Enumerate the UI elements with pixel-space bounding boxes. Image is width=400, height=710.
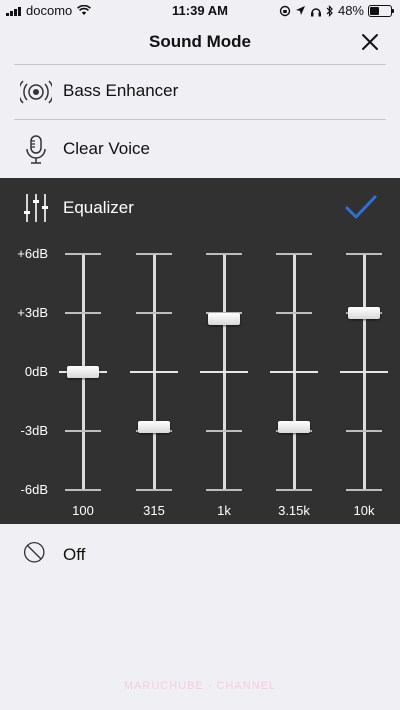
db-label: -3dB [20,423,48,438]
slider-tick [65,489,101,491]
headphones-icon [310,7,321,16]
slider-tick [200,371,248,373]
slider-tick [136,253,172,255]
status-right: 48% [279,3,394,18]
slider-tick [346,253,382,255]
frequency-label: 315 [143,503,165,518]
mode-equalizer-label[interactable]: Equalizer [63,198,134,218]
slider-tick [270,371,318,373]
slider-tick [206,489,242,491]
slider-tick [346,430,382,432]
slider-tick [340,371,388,373]
slider-knob-3.15k[interactable] [278,421,310,434]
mode-off[interactable]: Off [0,524,400,582]
mode-label: Bass Enhancer [63,81,179,100]
mode-clear-voice[interactable]: Clear Voice [0,120,400,178]
slider-knob-10k[interactable] [348,307,380,319]
frequency-label: 1k [217,503,231,518]
battery-percent: 48% [337,3,364,18]
speaker-icon [20,80,52,104]
mode-label: Off [63,545,86,564]
slider-tick [65,312,101,314]
slider-tick [276,489,312,491]
slider-tick [276,253,312,255]
slider-tick [136,489,172,491]
slider-tick [130,371,178,373]
navigation-bar: Sound Mode [0,20,400,64]
slider-tick [65,253,101,255]
off-icon [23,541,45,563]
slider-knob-1k[interactable] [208,312,240,325]
close-icon[interactable] [360,32,380,52]
equalizer-panel: Equalizer +6dB +3dB 0dB -3dB -6dB 100 315 1k 3.1… [0,178,400,524]
checkmark-icon [345,195,377,219]
mode-bass-enhancer[interactable]: Bass Enhancer [0,62,400,120]
slider-tick [65,430,101,432]
bluetooth-icon [326,4,333,17]
db-label: 0dB [24,364,48,379]
frequency-label: 10k [353,503,375,518]
frequency-label: 100 [72,503,94,518]
db-label: -6dB [20,482,48,497]
slider-tick [136,312,172,314]
watermark: MARUCHUBE · CHANNEL [123,680,277,692]
page-title: Sound Mode [149,32,251,51]
frequency-label: 3.15k [278,503,310,518]
rotation-lock-icon [279,5,291,16]
slider-tick [346,489,382,491]
slider-tick [206,430,242,432]
slider-knob-315[interactable] [138,421,170,434]
sliders-icon [24,194,48,222]
status-bar: docomo 11:39 AM 48% [0,0,400,20]
microphone-icon [26,135,46,164]
location-icon [295,6,305,15]
mode-label: Clear Voice [63,139,150,158]
slider-tick [206,253,242,255]
slider-knob-100[interactable] [67,366,99,378]
slider-tick [276,312,312,314]
db-label: +6dB [17,246,48,261]
db-label: +3dB [17,305,48,320]
battery-icon [368,4,394,17]
